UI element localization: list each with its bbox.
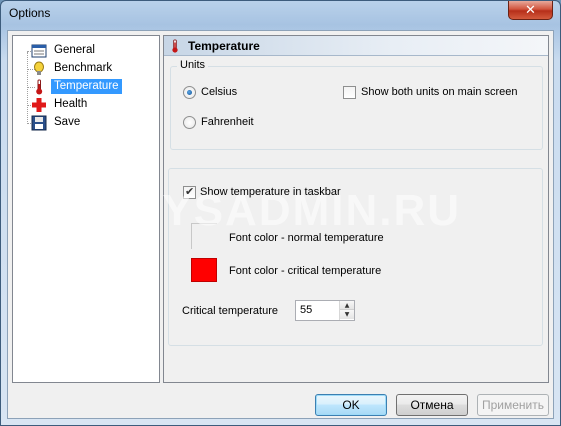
thermometer-icon (172, 39, 178, 53)
show-both-units-checkbox[interactable] (343, 86, 356, 99)
tree-item-label: Health (54, 98, 88, 110)
options-window: Options ✕ General Benchmark Temperature … (0, 0, 561, 426)
cancel-button[interactable]: Отмена (396, 394, 468, 416)
red-cross-icon (32, 98, 46, 112)
tree-item-label: General (54, 44, 95, 56)
fahrenheit-label[interactable]: Fahrenheit (201, 116, 254, 128)
show-both-units-label[interactable]: Show both units on main screen (361, 86, 518, 98)
show-in-taskbar-checkbox[interactable] (183, 185, 196, 199)
close-button[interactable]: ✕ (508, 1, 553, 20)
critical-temperature-value[interactable]: 55 (300, 304, 312, 316)
normal-color-label: Font color - normal temperature (229, 232, 384, 244)
tree-item-save[interactable]: Save (17, 114, 157, 132)
normal-color-swatch[interactable] (191, 223, 217, 249)
units-group: Units Celsius Show both units on main sc… (170, 59, 543, 150)
title-bar[interactable]: Options ✕ (1, 1, 560, 25)
thermometer-icon (36, 79, 43, 95)
critical-temperature-label: Critical temperature (182, 305, 278, 317)
spin-up-button[interactable]: ▲ (340, 301, 354, 310)
tree-item-temperature[interactable]: Temperature (17, 78, 157, 96)
tree-item-health[interactable]: Health (17, 96, 157, 114)
options-tree: General Benchmark Temperature Health Sav… (12, 35, 160, 383)
floppy-disk-icon (31, 115, 47, 131)
tree-item-benchmark[interactable]: Benchmark (17, 60, 157, 78)
tree-item-label: Benchmark (54, 62, 113, 74)
units-legend: Units (177, 59, 209, 71)
spinner-buttons: ▲ ▼ (339, 301, 354, 320)
tree-item-label: Save (54, 116, 81, 128)
critical-color-swatch[interactable] (191, 258, 217, 282)
temperature-panel: Temperature Units Celsius Show both unit… (163, 35, 549, 383)
show-in-taskbar-label[interactable]: Show temperature in taskbar (200, 186, 341, 198)
celsius-radio[interactable] (183, 86, 196, 99)
critical-temperature-spinner[interactable]: 55 ▲ ▼ (295, 300, 355, 321)
tree-item-general[interactable]: General (17, 42, 157, 60)
close-icon: ✕ (525, 2, 536, 17)
general-window-icon (31, 44, 47, 58)
apply-button[interactable]: Применить (477, 394, 549, 416)
critical-color-label: Font color - critical temperature (229, 265, 382, 277)
taskbar-group: Show temperature in taskbar Font color -… (168, 168, 543, 346)
window-title: Options (9, 6, 51, 20)
lightbulb-icon (34, 61, 44, 75)
panel-title: Temperature (188, 39, 260, 53)
fahrenheit-radio[interactable] (183, 116, 196, 129)
spin-down-button[interactable]: ▼ (340, 310, 354, 319)
ok-button[interactable]: OK (315, 394, 387, 416)
celsius-label[interactable]: Celsius (201, 86, 237, 98)
panel-header: Temperature (164, 36, 548, 56)
tree-item-label: Temperature (51, 79, 122, 94)
dialog-client: General Benchmark Temperature Health Sav… (7, 30, 554, 419)
